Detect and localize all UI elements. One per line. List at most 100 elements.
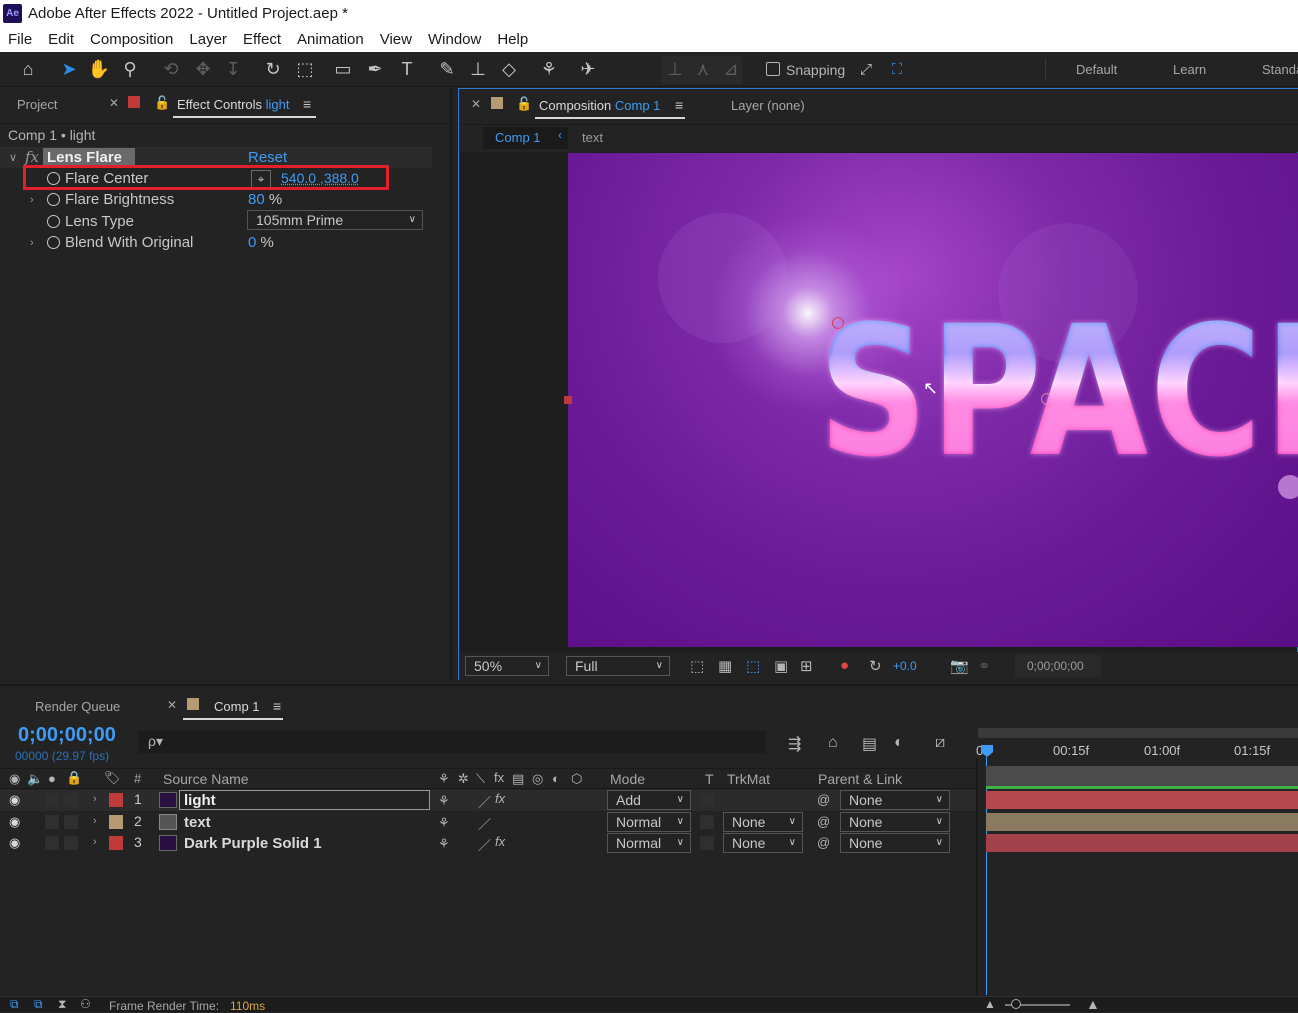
shy-switch-icon[interactable]: ⚘ [438, 815, 450, 831]
snapshot-icon[interactable]: 📷 [950, 657, 969, 675]
zoom-dropdown[interactable]: 50% ∨ [465, 656, 549, 676]
grid-guides-icon[interactable]: ⊞ [800, 657, 813, 675]
layer-name[interactable]: light [184, 792, 216, 809]
menu-window[interactable]: Window [420, 31, 489, 48]
preserve-transparency-toggle[interactable] [700, 815, 714, 829]
tab-layer[interactable]: Layer (none) [731, 98, 805, 113]
preserve-transparency-toggle[interactable] [700, 836, 714, 850]
fx-icon[interactable]: fx [25, 148, 39, 166]
pick-whip-icon[interactable]: @ [817, 792, 830, 807]
twirl-closed-icon[interactable]: › [30, 194, 34, 206]
eraser-tool-icon[interactable]: ◇ [496, 56, 522, 82]
layer-switches-toggle-icon[interactable]: ⧉ [10, 997, 19, 1012]
mask-visibility-icon[interactable]: ⬚ [746, 657, 760, 675]
layer-duration-bar[interactable] [986, 791, 1298, 809]
draft-3d-icon[interactable]: ⌂ [828, 734, 838, 752]
table-row[interactable]: ◉ › 3 Dark Purple Solid 1 ⚘ ／ fx Normal ∨… [0, 833, 976, 854]
time-navigator[interactable] [986, 766, 1298, 786]
blend-value[interactable]: 0 [248, 234, 256, 251]
exposure-value[interactable]: +0.0 [893, 659, 917, 673]
panel-menu-icon[interactable]: ≡ [675, 97, 683, 113]
flare-brightness-value[interactable]: 80 [248, 191, 265, 208]
color-channels-icon[interactable]: ● [840, 657, 849, 674]
orbit-tool-icon[interactable]: ⟲ [158, 56, 184, 82]
layer-handle[interactable] [564, 396, 572, 404]
puppet-pin-tool-icon[interactable]: ✈ [575, 56, 601, 82]
hide-shy-layers-icon[interactable]: ▤ [862, 734, 877, 754]
hand-tool-icon[interactable]: ✋ [86, 56, 112, 82]
workspace-default[interactable]: Default [1076, 62, 1117, 77]
menu-edit[interactable]: Edit [40, 31, 82, 48]
quality-switch-icon[interactable]: ／ [478, 814, 491, 833]
eye-icon[interactable]: ◉ [9, 771, 20, 787]
layer-name[interactable]: Dark Purple Solid 1 [184, 835, 322, 852]
dolly-tool-icon[interactable]: ↧ [220, 56, 246, 82]
solo-toggle[interactable] [45, 836, 59, 850]
layer-name[interactable]: text [184, 814, 211, 831]
column-source-name[interactable]: Source Name [163, 771, 249, 787]
label-color[interactable] [109, 815, 123, 829]
trkmat-dropdown[interactable]: None ∨ [723, 812, 803, 832]
mode-dropdown[interactable]: Add ∨ [607, 790, 691, 810]
solo-icon[interactable]: ● [48, 771, 56, 786]
reset-exposure-icon[interactable]: ↻ [869, 657, 882, 675]
twirl-open-icon[interactable]: ∨ [9, 151, 17, 164]
menu-file[interactable]: File [0, 31, 40, 48]
menu-animation[interactable]: Animation [289, 31, 372, 48]
eye-icon[interactable]: ◉ [9, 835, 20, 851]
selection-tool-icon[interactable]: ➤ [56, 56, 82, 82]
composition-canvas[interactable]: SPACE ↖ [568, 153, 1298, 647]
reset-button[interactable]: Reset [248, 149, 287, 166]
solo-toggle[interactable] [45, 793, 59, 807]
twirl-closed-icon[interactable]: › [30, 237, 34, 249]
world-axis-icon[interactable]: ⋏ [690, 56, 716, 82]
workspace-standard[interactable]: Standa [1262, 62, 1298, 77]
quality-switch-icon[interactable]: ／ [478, 835, 491, 854]
lens-type-dropdown[interactable]: 105mm Prime ∨ [247, 210, 423, 230]
rotation-tool-icon[interactable]: ↻ [260, 56, 286, 82]
twirl-closed-icon[interactable]: › [93, 815, 97, 827]
menu-effect[interactable]: Effect [235, 31, 289, 48]
trkmat-dropdown[interactable]: None ∨ [723, 833, 803, 853]
transfer-controls-toggle-icon[interactable]: ⧉ [34, 997, 43, 1012]
solo-toggle[interactable] [45, 815, 59, 829]
snap-edges-icon[interactable]: ⤢ [853, 56, 879, 82]
parent-dropdown[interactable]: None ∨ [840, 812, 950, 832]
zoom-slider-handle[interactable] [1011, 999, 1021, 1009]
roto-brush-tool-icon[interactable]: ⚘ [536, 56, 562, 82]
brush-tool-icon[interactable]: ✎ [434, 56, 460, 82]
close-icon[interactable]: ✕ [471, 97, 481, 111]
fx-switch-icon[interactable]: fx [495, 791, 505, 806]
stopwatch-icon[interactable] [47, 236, 60, 249]
composition-flowchart-icon[interactable]: ⇶ [788, 734, 801, 754]
zoom-tool-icon[interactable]: ⚲ [117, 56, 143, 82]
pick-whip-icon[interactable]: @ [817, 814, 830, 829]
snap-features-icon[interactable]: ⛶ [884, 56, 910, 82]
tab-effect-controls[interactable]: Effect Controls light [177, 97, 290, 112]
adjustment-layer-icon[interactable]: ◐ [552, 771, 560, 786]
type-tool-icon[interactable]: T [394, 56, 420, 82]
layer-duration-bar[interactable] [986, 834, 1298, 852]
local-axis-icon[interactable]: ⊥ [662, 56, 688, 82]
audio-icon[interactable]: 🔈 [27, 771, 43, 787]
clone-stamp-tool-icon[interactable]: ⊥ [465, 56, 491, 82]
motion-blur-column-icon[interactable]: ◎ [532, 771, 543, 787]
comp-breadcrumb-active[interactable]: Comp 1 [495, 130, 541, 145]
anchor-tool-icon[interactable]: ⬚ [292, 56, 318, 82]
comp-breadcrumb-next[interactable]: text [582, 130, 603, 145]
lock-icon[interactable]: 🔓 [516, 96, 532, 112]
frame-blending-icon[interactable]: ◐ [894, 734, 904, 752]
show-snapshot-icon[interactable]: ⚭ [978, 657, 991, 675]
pick-whip-icon[interactable]: @ [817, 835, 830, 850]
snapping-checkbox[interactable] [766, 62, 780, 76]
lock-icon[interactable]: 🔒 [66, 770, 82, 786]
menu-composition[interactable]: Composition [82, 31, 181, 48]
region-of-interest-icon[interactable]: ▣ [774, 657, 788, 675]
twirl-closed-icon[interactable]: › [93, 836, 97, 848]
frame-blend-column-icon[interactable]: ▤ [512, 771, 524, 787]
current-time-display[interactable]: 0;00;00;00 [18, 724, 116, 747]
close-icon[interactable]: ✕ [167, 698, 177, 712]
graph-editor-icon[interactable]: ⧄ [935, 734, 945, 752]
table-row[interactable]: ◉ › 1 light ⚘ ／ fx Add ∨ @ None ∨ [0, 790, 976, 811]
layer-duration-bar[interactable] [986, 813, 1298, 831]
